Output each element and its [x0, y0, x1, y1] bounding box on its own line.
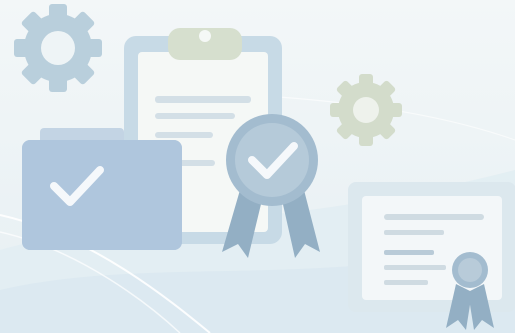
folder-with-checkmark — [22, 128, 182, 250]
gear-icon — [14, 4, 102, 92]
illustration-scene — [0, 0, 515, 333]
certificate-card — [348, 182, 515, 330]
gear-icon — [330, 74, 402, 146]
